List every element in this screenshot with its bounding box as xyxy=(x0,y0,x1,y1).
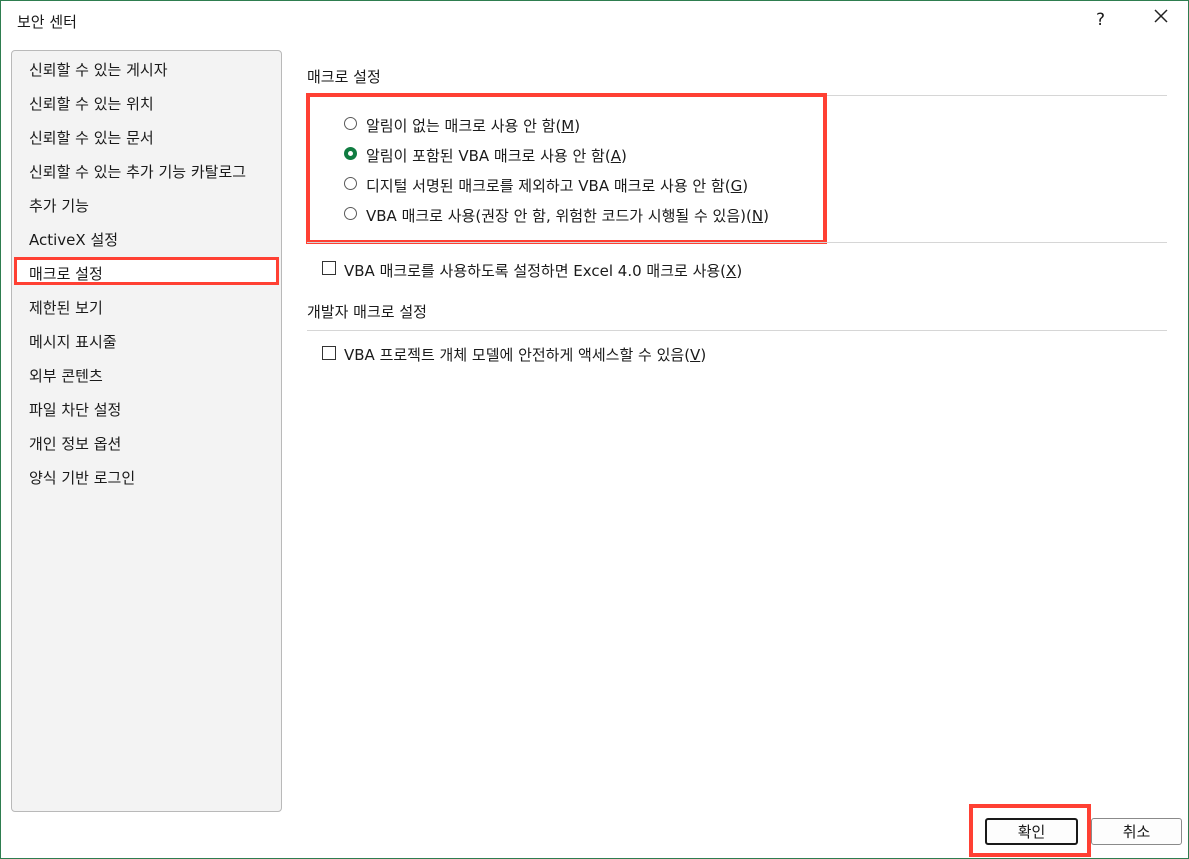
close-icon[interactable] xyxy=(1151,6,1171,26)
radio-disable-without-notification[interactable] xyxy=(344,117,357,130)
radio-disable-vba-with-notification[interactable] xyxy=(344,147,357,160)
developer-separator xyxy=(307,330,1167,331)
macro-settings-title: 매크로 설정 xyxy=(307,68,381,86)
sidebar-item-trusted-locations[interactable]: 신뢰할 수 있는 위치 xyxy=(29,93,154,114)
excel4-separator xyxy=(307,242,1167,243)
option-disable-except-signed-label[interactable]: 디지털 서명된 매크로를 제외하고 VBA 매크로 사용 안 함(G) xyxy=(366,175,748,196)
sidebar-item-external-content[interactable]: 외부 콘텐츠 xyxy=(29,365,103,386)
sidebar-item-form-login[interactable]: 양식 기반 로그인 xyxy=(29,467,135,488)
checkbox-excel4-macros[interactable] xyxy=(322,261,336,275)
ok-button[interactable]: 확인 xyxy=(985,818,1078,845)
sidebar-item-trusted-documents[interactable]: 신뢰할 수 있는 문서 xyxy=(29,127,154,148)
sidebar-item-addins[interactable]: 추가 기능 xyxy=(29,195,89,216)
sidebar-item-trusted-publishers[interactable]: 신뢰할 수 있는 게시자 xyxy=(29,59,168,80)
radio-enable-vba[interactable] xyxy=(344,207,357,220)
radio-disable-except-signed[interactable] xyxy=(344,177,357,190)
sidebar-item-protected-view[interactable]: 제한된 보기 xyxy=(29,297,103,318)
option-enable-vba-label[interactable]: VBA 매크로 사용(권장 안 함, 위험한 코드가 시행될 수 있음)(N) xyxy=(366,205,769,226)
sidebar-item-trusted-addin-catalogs[interactable]: 신뢰할 수 있는 추가 기능 카탈로그 xyxy=(29,161,246,182)
sidebar-item-macro-settings[interactable]: 매크로 설정 xyxy=(29,263,103,284)
cancel-button[interactable]: 취소 xyxy=(1091,818,1182,845)
dialog-title: 보안 센터 xyxy=(17,13,77,31)
help-button[interactable]: ? xyxy=(1096,10,1105,30)
excel4-macros-label[interactable]: VBA 매크로를 사용하도록 설정하면 Excel 4.0 매크로 사용(X) xyxy=(344,260,742,281)
developer-macro-settings-title: 개발자 매크로 설정 xyxy=(307,303,427,321)
sidebar-item-privacy-options[interactable]: 개인 정보 옵션 xyxy=(29,433,121,454)
sidebar: 신뢰할 수 있는 게시자 신뢰할 수 있는 위치 신뢰할 수 있는 문서 신뢰할… xyxy=(11,50,282,812)
sidebar-item-message-bar[interactable]: 메시지 표시줄 xyxy=(29,331,117,352)
checkbox-vba-object-model-access[interactable] xyxy=(322,346,336,360)
sidebar-item-file-block[interactable]: 파일 차단 설정 xyxy=(29,399,121,420)
option-disable-without-notification-label[interactable]: 알림이 없는 매크로 사용 안 함(M) xyxy=(366,115,580,136)
sidebar-item-activex[interactable]: ActiveX 설정 xyxy=(29,229,118,250)
vba-object-model-access-label[interactable]: VBA 프로젝트 개체 모델에 안전하게 액세스할 수 있음(V) xyxy=(344,344,706,365)
option-disable-vba-with-notification-label[interactable]: 알림이 포함된 VBA 매크로 사용 안 함(A) xyxy=(366,145,627,166)
